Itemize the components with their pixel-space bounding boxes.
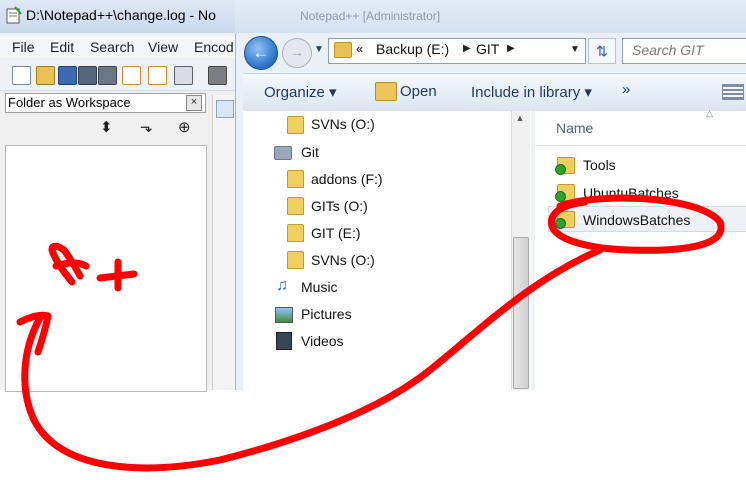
folder-icon (287, 251, 304, 269)
view-options-icon[interactable] (722, 84, 744, 100)
sync-status-icon (555, 218, 566, 229)
address-overflow[interactable]: « (356, 41, 363, 56)
nav-item-gits[interactable]: GITs (O:) (311, 198, 368, 214)
column-header-name[interactable]: Name (556, 120, 593, 136)
list-item[interactable]: WindowsBatches (551, 208, 746, 232)
scrollbar-thumb[interactable] (513, 237, 529, 389)
organize-button[interactable]: Organize ▾ (264, 83, 337, 101)
back-button[interactable]: ← (244, 36, 278, 70)
print-icon[interactable] (174, 66, 193, 85)
scroll-up-icon[interactable]: ▲ (511, 113, 529, 127)
chevron-right-icon[interactable]: ▶ (507, 43, 515, 54)
folder-icon (287, 170, 304, 188)
folder-workspace-drop-area[interactable] (5, 145, 207, 392)
search-placeholder: Search GIT (632, 42, 704, 58)
list-item[interactable]: UbuntuBatches (551, 181, 746, 205)
library-icon (274, 146, 292, 160)
close-all-icon[interactable] (122, 66, 141, 85)
save-icon[interactable] (216, 100, 234, 118)
list-item[interactable]: Tools (551, 154, 746, 178)
music-icon: ♫ (276, 277, 288, 294)
address-segment-drive[interactable]: Backup (E:) (376, 41, 449, 57)
folder-icon (287, 224, 304, 242)
sync-status-icon (555, 164, 566, 175)
expand-all-icon[interactable]: ⬍ (100, 118, 113, 136)
collapse-all-icon[interactable]: ⬎ (140, 118, 153, 136)
nav-item-videos[interactable]: Videos (301, 333, 344, 349)
chevron-down-icon[interactable]: ▼ (570, 44, 580, 55)
close-file-icon[interactable] (98, 66, 117, 85)
open-button[interactable]: Open (400, 83, 437, 100)
file-name: Tools (583, 157, 616, 173)
notepad-app-icon (6, 6, 22, 24)
file-list (535, 111, 746, 390)
open-file-icon[interactable] (36, 66, 55, 85)
nav-item-svns[interactable]: SVNs (O:) (311, 252, 375, 268)
save-all-icon[interactable] (78, 66, 97, 85)
file-name: WindowsBatches (583, 212, 691, 228)
more-commands-button[interactable]: » (622, 81, 630, 98)
nav-item-svns-top[interactable]: SVNs (O:) (311, 116, 375, 132)
sort-up-icon: △ (706, 108, 713, 118)
menu-file[interactable]: File (12, 39, 35, 55)
cut-icon[interactable] (208, 66, 227, 85)
open-folder-icon[interactable] (375, 82, 397, 101)
notepad-title: D:\Notepad++\change.log - No (26, 7, 216, 23)
recent-pages-dropdown-icon[interactable]: ▼ (314, 44, 324, 55)
locate-file-icon[interactable]: ⊕ (178, 118, 191, 136)
forward-button[interactable]: → (282, 38, 312, 68)
nav-item-music[interactable]: Music (301, 279, 338, 295)
chevron-right-icon[interactable]: ▶ (463, 43, 471, 54)
refresh-button[interactable]: ⇅ (588, 38, 616, 64)
address-bar[interactable] (328, 38, 586, 64)
nav-item-git[interactable]: Git (301, 144, 319, 160)
explorer-faded-title: Notepad++ [Administrator] (300, 9, 441, 23)
folder-workspace-title: Folder as Workspace (8, 95, 131, 110)
folder-icon (334, 42, 352, 58)
sync-status-icon (555, 191, 566, 202)
nav-item-addons[interactable]: addons (F:) (311, 171, 383, 187)
file-name: UbuntuBatches (583, 185, 679, 201)
include-in-library-button[interactable]: Include in library ▾ (471, 83, 592, 101)
menu-search[interactable]: Search (90, 39, 134, 55)
nav-item-git-e[interactable]: GIT (E:) (311, 225, 361, 241)
pictures-icon (275, 307, 293, 323)
nav-item-pictures[interactable]: Pictures (301, 306, 352, 322)
close-icon[interactable]: × (186, 95, 202, 111)
address-segment-folder[interactable]: GIT (476, 41, 499, 57)
folder-icon (287, 197, 304, 215)
menu-view[interactable]: View (148, 39, 178, 55)
menu-edit[interactable]: Edit (50, 39, 74, 55)
new-file-icon[interactable] (12, 66, 31, 85)
close-others-icon[interactable] (148, 66, 167, 85)
menu-encoding[interactable]: Encod (194, 39, 234, 55)
videos-icon (276, 332, 292, 350)
folder-icon (287, 116, 304, 134)
save-icon[interactable] (58, 66, 77, 85)
